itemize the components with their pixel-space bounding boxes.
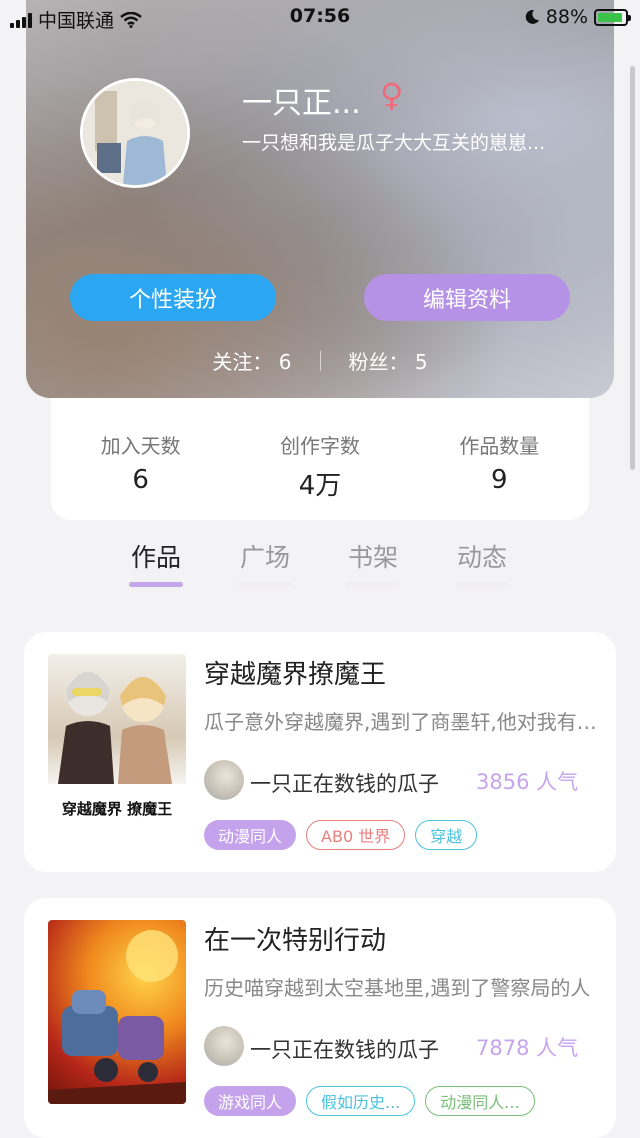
book-description: 历史喵穿越到太空基地里,遇到了警察局的人 [204, 976, 591, 1000]
book-description: 瓜子意外穿越魔界,遇到了商墨轩,他对我有意思 [204, 710, 599, 734]
tag-list: 动漫同人 AB0 世界 穿越 [204, 820, 478, 850]
author-name: 一只正在数钱的瓜子 [250, 1038, 439, 1062]
book-title[interactable]: 穿越魔界撩魔王 [204, 654, 386, 691]
tag-list: 游戏同人 假如历史... 动漫同人... [204, 1086, 535, 1116]
popularity: 3856 人气 [476, 770, 579, 794]
author-name: 一只正在数钱的瓜子 [250, 772, 439, 796]
tag[interactable]: 动漫同人... [425, 1086, 535, 1116]
nickname: 一只正... [242, 86, 361, 121]
tab-bar: 作品 广场 书架 动态 [0, 520, 640, 604]
status-right: 88% [524, 6, 631, 28]
avatar-illustration [83, 81, 187, 185]
tab-activity-indicator [455, 582, 509, 587]
stat-label: 创作字数 [279, 434, 360, 458]
tag[interactable]: 动漫同人 [204, 820, 297, 850]
tab-square-indicator [238, 582, 292, 587]
stat-work-count: 作品数量 9 [410, 398, 589, 520]
stats-card: 加入天数 6 创作字数 4万 作品数量 9 [51, 398, 589, 520]
tab-bookshelf-indicator [346, 582, 400, 587]
stat-value: 9 [491, 465, 508, 495]
decorate-button[interactable]: 个性装扮 [70, 274, 276, 321]
battery-percent: 88% [545, 6, 588, 28]
following-label: 关注： [212, 350, 273, 374]
followers-label: 粉丝： [348, 350, 409, 374]
bio: 一只想和我是瓜子大大互关的崽崽... [242, 132, 546, 154]
tag[interactable]: 游戏同人 [204, 1086, 297, 1116]
tab-bookshelf[interactable]: 书架 [333, 538, 413, 574]
stat-label: 作品数量 [459, 434, 540, 458]
tab-activity[interactable]: 动态 [442, 538, 522, 574]
followers-stat[interactable]: 粉丝： 5 [349, 346, 428, 375]
following-count: 6 [278, 350, 292, 374]
followers-count: 5 [414, 350, 428, 374]
stat-join-days: 加入天数 6 [51, 398, 230, 520]
author-avatar [204, 1026, 244, 1066]
stat-label: 加入天数 [100, 434, 181, 458]
book-cover[interactable] [48, 920, 186, 1104]
moon-icon [525, 9, 539, 24]
status-bar: 中国联通 07:56 88% [0, 0, 640, 34]
cover-title: 穿越魔界 撩魔王 [61, 800, 173, 818]
tab-square[interactable]: 广场 [225, 538, 305, 574]
divider [319, 350, 321, 371]
tag[interactable]: 穿越 [415, 820, 478, 850]
tag[interactable]: AB0 世界 [306, 820, 406, 850]
stat-word-count: 创作字数 4万 [230, 398, 409, 520]
battery-icon [594, 8, 631, 26]
book-card[interactable]: 穿越魔界 撩魔王 穿越魔界撩魔王 瓜子意外穿越魔界,遇到了商墨轩,他对我有意思 … [24, 632, 616, 872]
book-title[interactable]: 在一次特别行动 [204, 920, 386, 957]
tag[interactable]: 假如历史... [306, 1086, 416, 1116]
scrollbar[interactable] [630, 66, 635, 470]
tab-works-indicator [129, 582, 183, 587]
edit-profile-button[interactable]: 编辑资料 [364, 274, 570, 321]
profile-header: 一只正... ♀ 一只想和我是瓜子大大互关的崽崽... 个性装扮 编辑资料 关注… [26, 0, 614, 398]
book-card[interactable]: 在一次特别行动 历史喵穿越到太空基地里,遇到了警察局的人 一只正在数钱的瓜子 7… [24, 898, 616, 1138]
tab-works[interactable]: 作品 [116, 538, 196, 574]
cover-art [48, 930, 186, 1104]
follow-row: 关注： 6 粉丝： 5 [26, 346, 614, 375]
avatar[interactable] [80, 78, 190, 188]
popularity: 7878 人气 [476, 1036, 579, 1060]
author-avatar [204, 760, 244, 800]
stat-value: 4万 [298, 471, 342, 501]
following-stat[interactable]: 关注： 6 [212, 346, 291, 375]
gender-female-icon: ♀ [380, 76, 404, 114]
book-cover[interactable]: 穿越魔界 撩魔王 [48, 654, 186, 838]
stat-value: 6 [132, 465, 149, 495]
